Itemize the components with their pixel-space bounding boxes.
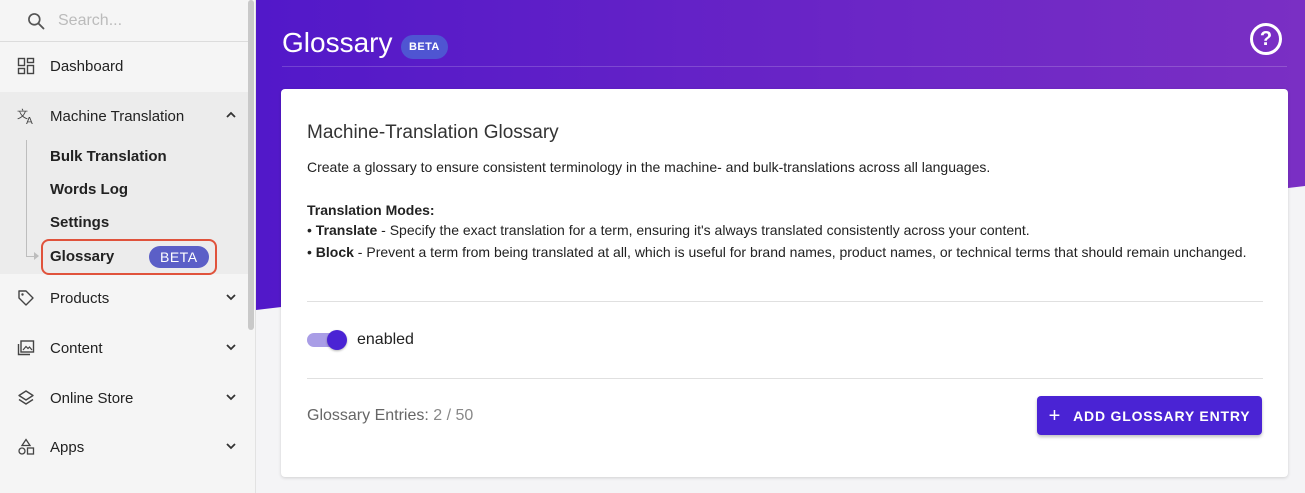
sidebar-item-label: Glossary [50,248,115,265]
help-icon[interactable]: ? [1250,23,1282,55]
sidebar-item-label: Online Store [50,389,134,407]
chevron-down-icon [226,344,236,351]
mode-description: - Specify the exact translation for a te… [377,222,1030,238]
divider [307,301,1263,302]
chevron-up-icon [226,111,236,118]
bullet: • [307,222,316,238]
svg-text:A: A [26,116,33,125]
search-icon [28,12,45,29]
toggle-knob [327,330,347,350]
beta-badge: BETA [149,246,209,268]
sidebar: Dashboard 文A Machine Translation Bulk Tr… [0,0,256,493]
mode-name: Block [315,244,354,260]
tag-icon [16,288,36,308]
image-gallery-icon [16,338,36,358]
title-beta-badge: BETA [401,35,448,59]
translate-icon: 文A [16,106,36,126]
sidebar-item-products[interactable]: Products [0,278,252,318]
chevron-down-icon [226,394,236,401]
sidebar-item-content[interactable]: Content [0,328,252,368]
header-divider [282,66,1287,67]
tree-line [26,140,27,257]
mode-name: Translate [315,222,378,238]
search-input[interactable] [58,11,238,30]
entries-count: 2 / 50 [433,407,474,424]
page-title: Glossary [282,27,393,58]
sidebar-item-label: Products [50,289,110,307]
modes-heading: Translation Modes: [307,202,435,218]
sidebar-item-label: Content [50,339,103,357]
sidebar-subitem-bulk-translation[interactable]: Bulk Translation [50,145,167,169]
sidebar-scrollbar[interactable] [248,0,254,330]
sidebar-item-label: Dashboard [50,57,124,75]
sidebar-item-apps[interactable]: Apps [0,427,252,467]
dashboard-icon [16,56,36,76]
entries-label: Glossary Entries: [307,407,429,424]
toggle-label: enabled [357,331,414,348]
mode-translate: • Translate - Specify the exact translat… [307,219,1267,241]
plus-icon: + [1048,404,1062,427]
sidebar-subitem-glossary[interactable]: Glossary BETA [41,239,217,275]
sidebar-item-label: Apps [50,438,85,456]
sidebar-subitem-words-log[interactable]: Words Log [50,178,128,202]
card-title: Machine-Translation Glossary [307,122,559,143]
mode-description: - Prevent a term from being translated a… [353,244,1247,260]
glossary-card: Machine-Translation Glossary Create a gl… [281,89,1288,477]
chevron-down-icon [226,294,236,301]
mode-block: • Block - Prevent a term from being tran… [307,241,1267,263]
layers-icon [16,388,36,408]
enabled-toggle[interactable] [307,330,347,350]
chevron-down-icon [226,443,236,450]
sidebar-item-dashboard[interactable]: Dashboard [0,46,252,86]
card-description: Create a glossary to ensure consistent t… [307,159,991,175]
shapes-icon [16,437,36,457]
button-label: ADD GLOSSARY ENTRY [1073,407,1251,424]
divider [307,378,1263,379]
tree-arrow-icon [34,252,39,260]
sidebar-subitem-settings[interactable]: Settings [50,211,109,235]
sidebar-item-online-store[interactable]: Online Store [0,378,252,418]
bullet: • [307,244,316,260]
add-glossary-entry-button[interactable]: + ADD GLOSSARY ENTRY [1037,396,1262,435]
glossary-entries: Glossary Entries: 2 / 50 [307,406,473,426]
sidebar-item-label: Machine Translation [50,107,185,125]
sidebar-item-machine-translation[interactable]: 文A Machine Translation [0,96,252,136]
search-bar [0,0,252,42]
